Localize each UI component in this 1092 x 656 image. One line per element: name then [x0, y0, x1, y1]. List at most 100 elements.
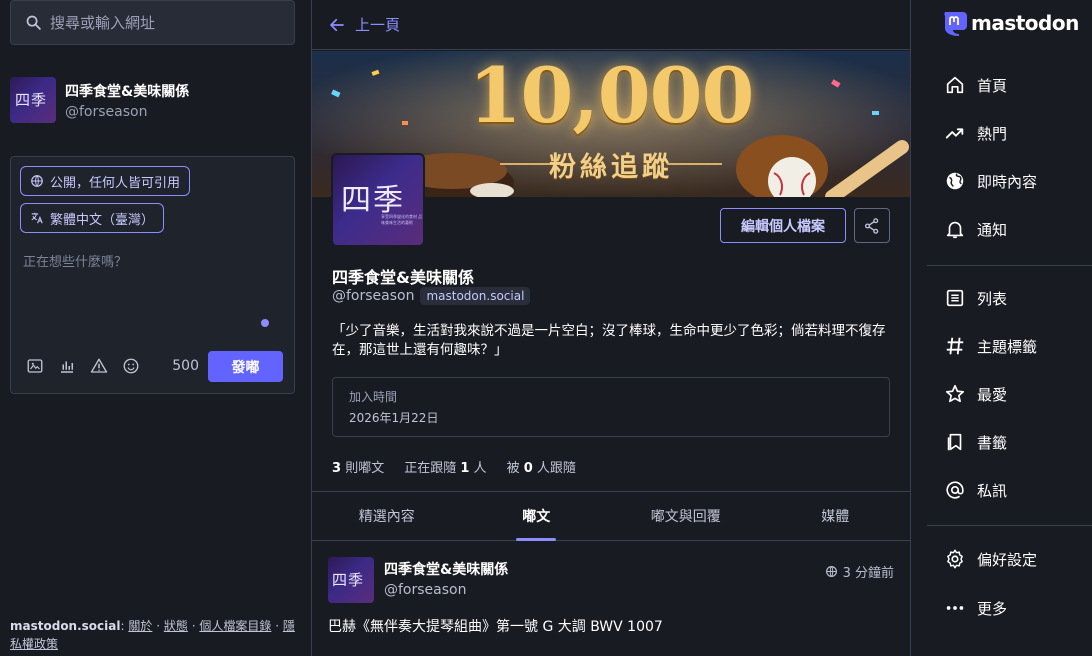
search-box[interactable]: [10, 0, 295, 45]
nav-trending[interactable]: 熱門: [944, 122, 1007, 144]
publish-button[interactable]: 發嘟: [208, 351, 283, 382]
arrow-left-icon: [330, 18, 344, 31]
profile-stats: 3 則嘟文 正在跟隨 1 人 被 0 人跟隨: [332, 457, 576, 476]
share-icon: [864, 217, 879, 234]
gear-icon: [947, 549, 963, 569]
joined-date: 2026年1月22日: [349, 411, 439, 425]
followers-count: 0: [523, 461, 533, 476]
footer-separator: ·: [191, 619, 196, 633]
status-avatar[interactable]: 四季: [328, 557, 374, 603]
nav-bookmarks[interactable]: 書籤: [944, 431, 1007, 453]
visibility-label: 公開，任何人皆可引用: [50, 175, 181, 191]
bell-icon: [946, 221, 964, 239]
back-button[interactable]: 上一頁: [312, 0, 910, 50]
language-indicator-dot: [261, 319, 269, 327]
posts-count-link[interactable]: 3 則嘟文: [332, 457, 384, 476]
avatar-text: 四季: [341, 183, 405, 218]
home-icon: [946, 76, 964, 94]
status-time: 3 分鐘前: [842, 566, 894, 581]
link-footer: mastodon.social: 關於 · 狀態 · 個人檔案目錄 · 隱私權政…: [10, 617, 295, 653]
following-link[interactable]: 正在跟隨 1 人: [404, 457, 486, 476]
profile-display-name: 四季食堂&美味關係: [332, 268, 474, 287]
nav-label: 首頁: [977, 76, 1008, 95]
footer-site: mastodon.social: [10, 619, 121, 633]
nav-live-feeds[interactable]: 即時內容: [944, 170, 1037, 192]
joined-field: 加入時間 2026年1月22日: [332, 377, 890, 437]
profile-handle-row: @forseason mastodon.social: [332, 287, 531, 305]
nav-label: 更多: [977, 599, 1008, 618]
nav-favourites[interactable]: 最愛: [944, 383, 1007, 405]
status-content: 巴赫《無伴奏大提琴組曲》第一號 G 大調 BWV 1007: [328, 619, 663, 635]
visibility-dropdown[interactable]: 公開，任何人皆可引用: [20, 166, 191, 196]
account-display-name[interactable]: 四季食堂&美味關係: [65, 81, 189, 101]
posts-label: 則嘟文: [345, 461, 385, 476]
emoji-icon[interactable]: [122, 357, 140, 375]
status-item[interactable]: 四季 四季食堂&美味關係 @forseason 3 分鐘前 巴赫《無伴奏大提琴組…: [312, 541, 910, 656]
posts-count: 3: [332, 461, 342, 476]
nav-lists[interactable]: 列表: [944, 287, 1007, 309]
nav-hashtags[interactable]: 主題標籤: [944, 335, 1037, 357]
profile-column: 上一頁 10,000 粉絲追蹤 四季 享受四季變化的食材 品味美味生活的藝術 編…: [311, 0, 911, 656]
list-icon: [946, 289, 964, 307]
tab-media[interactable]: 媒體: [761, 492, 911, 540]
tab-featured[interactable]: 精選內容: [312, 492, 462, 540]
footer-separator: ·: [275, 619, 280, 633]
nav-label: 偏好設定: [977, 550, 1038, 569]
hashtag-icon: [946, 337, 964, 355]
account-handle[interactable]: @forseason: [65, 104, 189, 120]
nav-divider: [927, 265, 1092, 266]
following-count: 1: [460, 461, 470, 476]
content-warning-icon[interactable]: [90, 357, 108, 375]
domain-badge[interactable]: mastodon.social: [420, 287, 531, 305]
nav-direct-messages[interactable]: 私訊: [944, 479, 1007, 501]
language-dropdown[interactable]: 繁體中文（臺灣）: [20, 203, 165, 233]
compose-toolbar: [26, 357, 140, 375]
footer-link-directory[interactable]: 個人檔案目錄: [199, 619, 271, 633]
compose-form: 公開，任何人皆可引用 繁體中文（臺灣） 500 發嘟: [10, 156, 295, 394]
nav-more[interactable]: 更多: [944, 597, 1007, 619]
nav-home[interactable]: 首頁: [944, 74, 1007, 96]
left-column: 四季 四季食堂&美味關係 @forseason 公開，任何人皆可引用 繁體中文（…: [10, 0, 295, 656]
header-big-number: 10,000: [468, 51, 755, 140]
profile-bio: 「少了音樂，生活對我來說不過是一片空白；沒了棒球，生命中更少了色彩；倘若料理不復…: [332, 323, 886, 358]
footer-link-status[interactable]: 狀態: [164, 619, 188, 633]
poll-icon[interactable]: [58, 357, 76, 375]
avatar[interactable]: 四季: [10, 77, 56, 123]
tab-posts-and-replies[interactable]: 嘟文與回覆: [611, 492, 761, 540]
translate-icon: [31, 212, 43, 224]
nav-notifications[interactable]: 通知: [944, 218, 1007, 240]
app: 四季 四季食堂&美味關係 @forseason 公開，任何人皆可引用 繁體中文（…: [0, 0, 1092, 656]
edit-profile-button[interactable]: 編輯個人檔案: [720, 208, 846, 243]
status-timestamp[interactable]: 3 分鐘前: [825, 562, 894, 581]
profile-avatar[interactable]: 四季 享受四季變化的食材 品味美味生活的藝術: [331, 153, 425, 247]
following-prefix: 正在跟隨: [404, 461, 457, 476]
mastodon-logo[interactable]: mastodon: [941, 8, 1079, 38]
footer-colon: :: [120, 619, 125, 633]
media-icon[interactable]: [26, 357, 44, 375]
compose-textarea[interactable]: [23, 251, 278, 311]
footer-link-about[interactable]: 關於: [128, 619, 152, 633]
profile-tabs: 精選內容 嘟文 嘟文與回覆 媒體: [312, 491, 910, 541]
mastodon-logo-icon: [944, 12, 967, 36]
star-icon: [945, 384, 965, 403]
current-account[interactable]: 四季 四季食堂&美味關係 @forseason: [10, 77, 189, 123]
nav-label: 通知: [977, 220, 1008, 239]
search-input[interactable]: [50, 13, 280, 32]
language-label: 繁體中文（臺灣）: [50, 212, 155, 228]
nav-label: 私訊: [977, 481, 1008, 500]
nav-label: 熱門: [977, 124, 1008, 143]
status-display-name[interactable]: 四季食堂&美味關係: [384, 559, 508, 579]
nav-label: 列表: [977, 289, 1008, 308]
globe-icon: [825, 566, 837, 577]
followers-link[interactable]: 被 0 人跟隨: [507, 457, 576, 476]
nav-label: 最愛: [977, 385, 1008, 404]
nav-preferences[interactable]: 偏好設定: [944, 548, 1037, 570]
tab-posts[interactable]: 嘟文: [462, 492, 612, 541]
navigation-panel: mastodon 首頁 熱門 即時內容 通知 列表 主題標籤 最愛 書籤 私訊 …: [927, 0, 1092, 656]
share-button[interactable]: [854, 208, 890, 243]
header-rule-right: [667, 163, 722, 165]
status-handle[interactable]: @forseason: [384, 582, 466, 598]
avatar-text: 四季: [332, 571, 365, 589]
trending-icon: [945, 128, 964, 139]
back-label: 上一頁: [355, 16, 401, 34]
